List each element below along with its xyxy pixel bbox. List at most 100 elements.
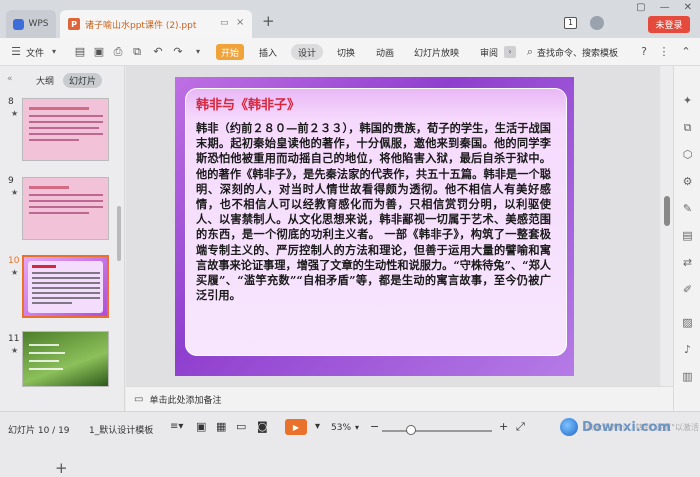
collapse-panel-icon[interactable]: «	[7, 74, 13, 84]
tab-insert[interactable]: 插入	[259, 44, 277, 60]
slide-number: 10	[8, 256, 20, 266]
document-tab[interactable]: P 诸子喻山水ppt课件 (2).ppt ▭ ×	[60, 10, 252, 38]
slide-editing-canvas: 韩非与《韩非子》 韩非（约前２８０—前２３３），韩国的贵族，荀子的学生，生活于战…	[126, 66, 660, 386]
undo-icon[interactable]: ↶	[152, 46, 164, 58]
tab-review[interactable]: 审阅	[480, 44, 498, 60]
zoom-slider-handle[interactable]	[406, 425, 417, 435]
add-tab-icon[interactable]: +	[262, 14, 275, 29]
save-icon[interactable]: ▣	[93, 46, 105, 58]
play-options-icon[interactable]: ▾	[315, 421, 320, 432]
notes-icon: ▭	[134, 393, 144, 405]
help-icon[interactable]: ?	[638, 46, 650, 58]
command-search[interactable]: 查找命令、搜索模板	[537, 44, 618, 60]
right-sidebar: ✦ ⧉ ⬡ ⚙ ✎ ▤ ⇄ ✐ ▨ ♪ ▥	[673, 66, 700, 411]
slide-number: 11	[8, 334, 20, 344]
normal-view-icon[interactable]: ▣	[196, 420, 206, 433]
theme-name[interactable]: 1_默认设计模板	[89, 423, 153, 436]
redo-icon[interactable]: ↷	[172, 46, 184, 58]
title-bar: WPS P 诸子喻山水ppt课件 (2).ppt ▭ × + ▢ — ✕ 1 未…	[0, 0, 700, 38]
animation-star-icon: ★	[11, 346, 19, 355]
chart-icon[interactable]: ▥	[681, 370, 694, 383]
notes-toggle-icon[interactable]: ≡▾	[170, 421, 183, 432]
slide-thumbnail-selected[interactable]	[22, 255, 109, 318]
minimize-window-icon[interactable]: —	[660, 2, 670, 13]
animation-star-icon: ★	[11, 268, 19, 277]
settings-sliders-icon[interactable]: ⚙	[681, 175, 694, 188]
current-slide[interactable]: 韩非与《韩非子》 韩非（约前２８０—前２３３），韩国的贵族，荀子的学生，生活于战…	[175, 77, 574, 376]
canvas-scrollbar[interactable]	[661, 66, 673, 386]
tab-slides[interactable]: 幻灯片	[63, 73, 103, 88]
zoom-in-icon[interactable]: +	[499, 420, 508, 433]
slide-thumbnail-panel: « 大纲 幻灯片 8 ★ 9 ★ 10 ★ 11 ★ +	[0, 66, 125, 477]
image-icon[interactable]: ▨	[681, 316, 694, 329]
watermark-text: Downxi.com	[582, 419, 671, 435]
chevron-down-icon[interactable]: ▾	[48, 46, 60, 58]
tab-slideshow[interactable]: 幻灯片放映	[414, 44, 459, 60]
slide-number: 9	[8, 176, 14, 186]
play-slideshow-button[interactable]: ▶	[285, 419, 307, 435]
transition-icon[interactable]: ⇄	[681, 256, 694, 269]
canvas-scroll-thumb[interactable]	[664, 196, 670, 226]
tab-start[interactable]: 开始	[216, 44, 244, 60]
audio-icon[interactable]: ♪	[681, 343, 694, 356]
slide-thumbnail[interactable]	[22, 98, 109, 161]
slide-number: 8	[8, 97, 14, 107]
notes-placeholder: 单击此处添加备注	[149, 395, 222, 406]
site-watermark: Downxi.com	[560, 413, 700, 441]
print-preview-icon[interactable]: ⧉	[131, 46, 143, 58]
file-menu[interactable]: 文件	[26, 44, 44, 60]
tab-design[interactable]: 设计	[291, 44, 323, 60]
tab-animation[interactable]: 动画	[376, 44, 394, 60]
notes-area[interactable]: ▭ 单击此处添加备注	[126, 386, 673, 411]
tab-transition[interactable]: 切换	[337, 44, 355, 60]
animation-star-icon: ★	[11, 109, 19, 118]
ribbon-toolbar: ☰ 文件 ▾ ▤ ▣ ⎙ ⧉ ↶ ↷ ▾ 开始 插入 设计 切换 动画 幻灯片放…	[0, 38, 700, 66]
search-icon: ⌕	[526, 45, 534, 58]
ppt-file-icon: P	[68, 18, 80, 30]
slide-heading[interactable]: 韩非与《韩非子》	[196, 94, 300, 113]
pen-icon[interactable]: ✐	[681, 283, 694, 296]
page-count-badge[interactable]: 1	[564, 17, 577, 29]
zoom-dropdown-icon[interactable]: ▾	[355, 423, 359, 432]
downxi-logo-icon	[560, 418, 578, 436]
thumbnail-scrollbar[interactable]	[117, 206, 121, 261]
slide-body-text[interactable]: 韩非（约前２８０—前２３３），韩国的贵族，荀子的学生，生活于战国末期。起初秦始皇…	[196, 121, 551, 303]
ribbon-scroll-right-icon[interactable]: ›	[504, 46, 516, 58]
avatar-icon[interactable]	[590, 16, 604, 30]
document-icon[interactable]: ▤	[681, 229, 694, 242]
reading-view-icon[interactable]: ▭	[236, 420, 246, 433]
panel-tabs: « 大纲 幻灯片	[0, 66, 125, 92]
shapes-icon[interactable]: ⬡	[681, 148, 694, 161]
tab-pin-icon[interactable]: ▭	[220, 18, 229, 28]
fit-to-window-icon[interactable]: ⤢	[516, 420, 525, 434]
menu-icon[interactable]: ☰	[10, 46, 22, 58]
login-button[interactable]: 未登录	[648, 16, 690, 33]
more-chevron-icon[interactable]: ▾	[192, 46, 204, 58]
more-options-icon[interactable]: ⋮	[658, 46, 670, 58]
slide-position: 幻灯片 10 / 19	[8, 426, 70, 436]
collapse-ribbon-icon[interactable]: ⌃	[680, 46, 692, 58]
wps-home-tab[interactable]: WPS	[6, 10, 56, 38]
wps-logo-icon	[13, 18, 25, 30]
slide-thumbnail[interactable]	[22, 177, 109, 240]
document-tab-title: 诸子喻山水ppt课件 (2).ppt	[85, 20, 197, 31]
record-icon[interactable]: ◙	[257, 420, 268, 433]
restore-window-icon[interactable]: ▢	[636, 2, 645, 13]
close-window-icon[interactable]: ✕	[684, 2, 692, 13]
zoom-slider[interactable]	[382, 430, 492, 432]
window-controls: ▢ — ✕	[636, 2, 692, 13]
edit-icon[interactable]: ✎	[681, 202, 694, 215]
add-slide-icon[interactable]: +	[55, 459, 68, 477]
wps-tab-label: WPS	[28, 19, 49, 29]
animation-star-icon: ★	[11, 188, 19, 197]
slide-sorter-icon[interactable]: ▦	[216, 420, 226, 433]
magic-wand-icon[interactable]: ✦	[681, 94, 694, 107]
copy-format-icon[interactable]: ⧉	[681, 121, 694, 134]
zoom-level[interactable]: 53%	[331, 423, 351, 433]
tab-outline[interactable]: 大纲	[36, 74, 54, 87]
zoom-out-icon[interactable]: −	[370, 420, 379, 433]
tab-close-icon[interactable]: ×	[236, 17, 244, 28]
print-icon[interactable]: ⎙	[112, 46, 124, 58]
new-file-icon[interactable]: ▤	[74, 46, 86, 58]
slide-thumbnail[interactable]	[22, 331, 109, 387]
